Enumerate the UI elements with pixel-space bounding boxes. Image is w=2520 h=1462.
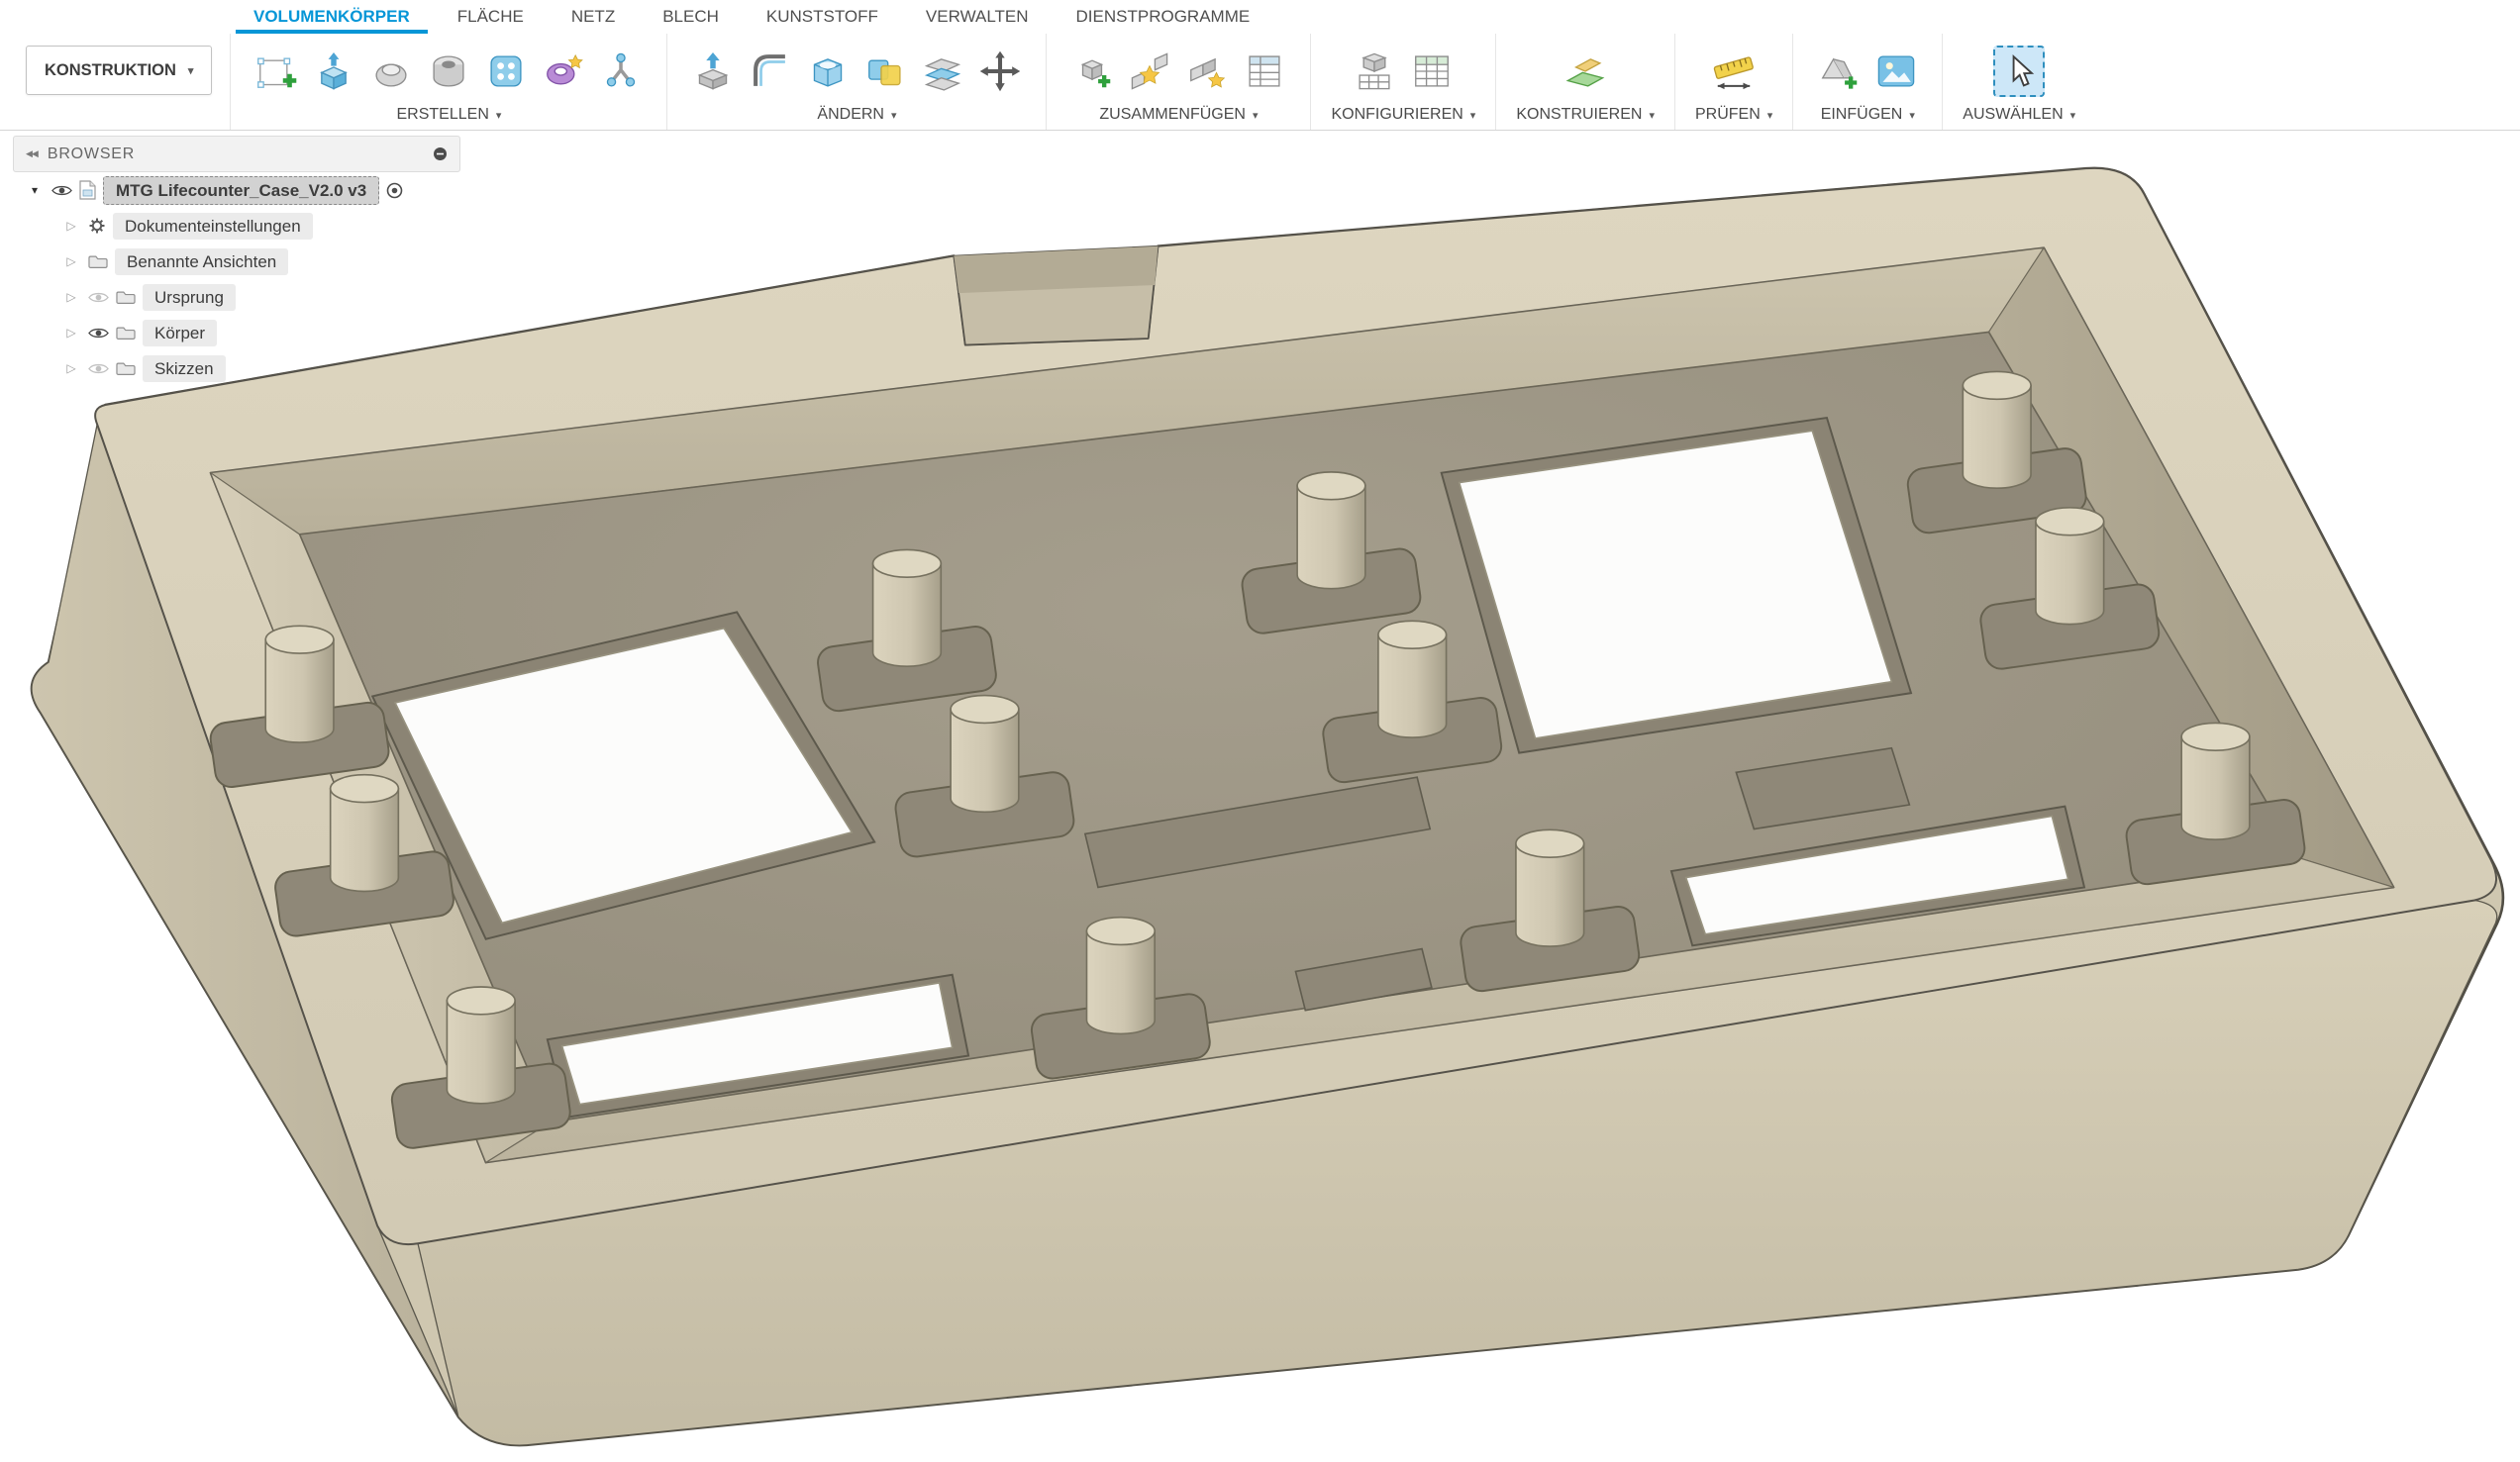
toolbar-group-pruefen: PRÜFEN▾: [1674, 34, 1792, 130]
expand-triangle-icon[interactable]: ▷: [61, 326, 81, 340]
configuration-icon[interactable]: [1349, 46, 1400, 97]
move-icon[interactable]: [974, 46, 1026, 97]
configuration-table-icon[interactable]: [1406, 46, 1458, 97]
browser-options-icon[interactable]: [433, 146, 448, 161]
workspace-selector-button[interactable]: KONSTRUKTION ▾: [26, 46, 212, 95]
tree-item-label[interactable]: Benannte Ansichten: [115, 248, 288, 275]
folder-icon: [88, 254, 108, 269]
visibility-eye-icon[interactable]: [51, 183, 72, 198]
auswaehlen-dropdown[interactable]: AUSWÄHLEN▾: [1963, 103, 2075, 124]
create-sketch-icon[interactable]: [251, 46, 302, 97]
component-activate-radio[interactable]: [386, 182, 403, 199]
tab-kunststoff[interactable]: KUNSTSTOFF: [743, 0, 902, 34]
chevron-down-icon: ▾: [1649, 109, 1655, 122]
toolbar-group-zusammenfuegen: ZUSAMMENFÜGEN▾: [1046, 34, 1310, 130]
component-document-icon: [79, 180, 96, 200]
visibility-eye-off-icon[interactable]: [88, 290, 109, 305]
new-component-icon[interactable]: [1066, 46, 1118, 97]
expand-triangle-icon[interactable]: ▷: [61, 361, 81, 375]
pruefen-dropdown[interactable]: PRÜFEN▾: [1695, 103, 1772, 124]
toolbar-group-auswaehlen: AUSWÄHLEN▾: [1942, 34, 2095, 130]
tree-item-label[interactable]: Körper: [143, 320, 217, 346]
tree-item-skizzen[interactable]: ▷ Skizzen: [13, 350, 460, 386]
toolbar-group-erstellen: ERSTELLEN▾: [230, 34, 666, 130]
tree-item-label[interactable]: Ursprung: [143, 284, 236, 311]
as-built-joint-icon[interactable]: [1181, 46, 1233, 97]
cutout-right: [1442, 418, 1911, 753]
toolbar-group-aendern: ÄNDERN▾: [666, 34, 1046, 130]
select-tool-icon[interactable]: [1993, 46, 2045, 97]
viewport[interactable]: ◀◀ BROWSER ▾ MTG Lifecounter_Case_V2.0 v…: [0, 130, 2520, 1462]
toolbar-group-konstruieren: KONSTRUIEREN▾: [1495, 34, 1674, 130]
browser-header: ◀◀ BROWSER: [13, 136, 460, 172]
root-component-label[interactable]: MTG Lifecounter_Case_V2.0 v3: [103, 176, 379, 205]
expand-triangle-icon[interactable]: ▾: [25, 183, 45, 197]
tree-item-ursprung[interactable]: ▷ Ursprung: [13, 279, 460, 315]
browser-title: BROWSER: [48, 146, 423, 163]
erstellen-dropdown[interactable]: ERSTELLEN▾: [397, 103, 502, 124]
rim-notch-back-face: [954, 246, 1158, 293]
chevron-down-icon: ▾: [1767, 109, 1773, 122]
shell-icon[interactable]: [802, 46, 854, 97]
tree-item-koerper[interactable]: ▷ Körper: [13, 315, 460, 350]
browser-panel: ◀◀ BROWSER ▾ MTG Lifecounter_Case_V2.0 v…: [13, 136, 460, 386]
konstruieren-dropdown[interactable]: KONSTRUIEREN▾: [1516, 103, 1655, 124]
chevron-down-icon: ▾: [1470, 109, 1476, 122]
tree-item-benannte-ansichten[interactable]: ▷ Benannte Ansichten: [13, 244, 460, 279]
visibility-eye-off-icon[interactable]: [88, 361, 109, 376]
chevron-down-icon: ▾: [1909, 109, 1915, 122]
tab-volumenkoerper[interactable]: VOLUMENKÖRPER: [230, 0, 434, 34]
tree-item-label[interactable]: Dokumenteinstellungen: [113, 213, 313, 240]
expand-triangle-icon[interactable]: ▷: [61, 290, 81, 304]
expand-triangle-icon[interactable]: ▷: [61, 254, 81, 268]
zusammenfuegen-dropdown[interactable]: ZUSAMMENFÜGEN▾: [1099, 103, 1258, 124]
toolbar-group-konfigurieren: KONFIGURIEREN▾: [1310, 34, 1495, 130]
measure-icon[interactable]: [1708, 46, 1760, 97]
chevron-down-icon: ▾: [2070, 109, 2076, 122]
chevron-down-icon: ▾: [188, 64, 194, 77]
tab-netz[interactable]: NETZ: [548, 0, 639, 34]
tab-verwalten[interactable]: VERWALTEN: [902, 0, 1053, 34]
workspace-tabs: VOLUMENKÖRPER FLÄCHE NETZ BLECH KUNSTSTO…: [0, 0, 2520, 34]
combine-icon[interactable]: [859, 46, 911, 97]
tab-dienstprogramme[interactable]: DIENSTPROGRAMME: [1053, 0, 1274, 34]
tree-item-label[interactable]: Skizzen: [143, 355, 226, 382]
joint-icon[interactable]: [1124, 46, 1175, 97]
construction-plane-icon[interactable]: [1560, 46, 1611, 97]
folder-icon: [116, 326, 136, 341]
toolbar: VOLUMENKÖRPER FLÄCHE NETZ BLECH KUNSTSTO…: [0, 0, 2520, 131]
chevron-down-icon: ▾: [891, 109, 897, 122]
offset-face-icon[interactable]: [917, 46, 968, 97]
extrude-icon[interactable]: [308, 46, 359, 97]
folder-icon: [116, 361, 136, 376]
aendern-dropdown[interactable]: ÄNDERN▾: [817, 103, 896, 124]
tree-item-root[interactable]: ▾ MTG Lifecounter_Case_V2.0 v3: [13, 172, 460, 208]
konfigurieren-dropdown[interactable]: KONFIGURIEREN▾: [1331, 103, 1475, 124]
hole-icon[interactable]: [423, 46, 474, 97]
collapse-browser-icon[interactable]: ◀◀: [26, 148, 38, 159]
visibility-eye-icon[interactable]: [88, 326, 109, 341]
chevron-down-icon: ▾: [1253, 109, 1259, 122]
press-pull-icon[interactable]: [687, 46, 739, 97]
einfuegen-dropdown[interactable]: EINFÜGEN▾: [1821, 103, 1915, 124]
tab-flaeche[interactable]: FLÄCHE: [434, 0, 548, 34]
fillet-icon[interactable]: [745, 46, 796, 97]
insert-mesh-icon[interactable]: [1813, 46, 1865, 97]
expand-triangle-icon[interactable]: ▷: [61, 219, 81, 233]
revolve-icon[interactable]: [365, 46, 417, 97]
folder-icon: [116, 290, 136, 305]
create-form-icon[interactable]: [538, 46, 589, 97]
derive-icon[interactable]: [595, 46, 647, 97]
tree-item-dokumenteinstellungen[interactable]: ▷ Dokumenteinstellungen: [13, 208, 460, 244]
toolbar-group-einfuegen: EINFÜGEN▾: [1792, 34, 1942, 130]
pattern-icon[interactable]: [480, 46, 532, 97]
tab-blech[interactable]: BLECH: [639, 0, 743, 34]
bom-table-icon[interactable]: [1239, 46, 1290, 97]
insert-canvas-image-icon[interactable]: [1870, 46, 1922, 97]
gear-icon: [88, 217, 106, 235]
chevron-down-icon: ▾: [496, 109, 502, 122]
